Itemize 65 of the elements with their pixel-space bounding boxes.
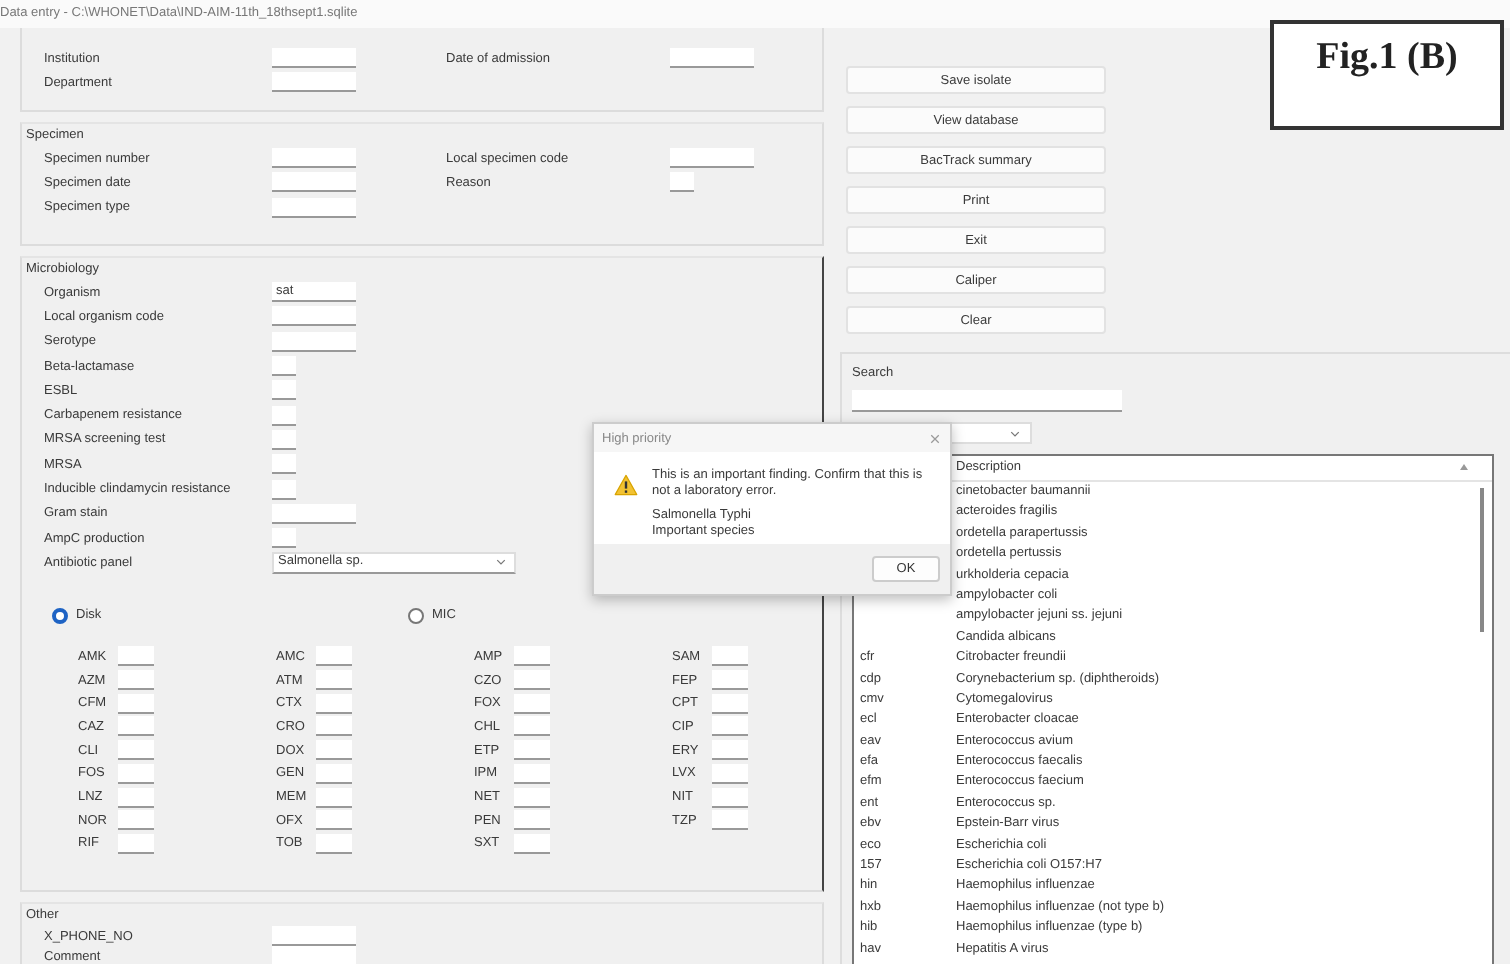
- text-field[interactable]: [272, 306, 356, 327]
- text-field[interactable]: [712, 716, 748, 737]
- text-field[interactable]: [514, 810, 550, 831]
- text-field[interactable]: [316, 763, 352, 784]
- text-field[interactable]: [316, 716, 352, 737]
- text-field[interactable]: [514, 833, 550, 854]
- text-field[interactable]: [118, 787, 154, 808]
- checkbox-field[interactable]: [272, 429, 296, 450]
- text-field[interactable]: [316, 670, 352, 691]
- warning-icon: [614, 474, 638, 496]
- checkbox-field[interactable]: [272, 356, 296, 377]
- search-field[interactable]: [852, 390, 1122, 412]
- text-field[interactable]: [316, 787, 352, 808]
- text-field[interactable]: [514, 763, 550, 784]
- text-field[interactable]: [514, 646, 550, 667]
- text-field[interactable]: [712, 810, 748, 831]
- checkbox-field[interactable]: [272, 380, 296, 401]
- text-field[interactable]: [316, 646, 352, 667]
- checkbox-field[interactable]: [272, 528, 296, 549]
- text-field[interactable]: [514, 716, 550, 737]
- text-field[interactable]: [316, 810, 352, 831]
- text-field[interactable]: [316, 693, 352, 714]
- text-field[interactable]: [272, 72, 356, 93]
- checkbox-field[interactable]: [272, 405, 296, 426]
- text-field[interactable]: [272, 503, 356, 524]
- radio-button[interactable]: [408, 607, 424, 624]
- checkbox-field[interactable]: [272, 479, 296, 500]
- text-field[interactable]: [712, 740, 748, 761]
- text-field[interactable]: [272, 926, 356, 946]
- text-field[interactable]: [272, 172, 356, 193]
- close-icon[interactable]: [930, 433, 940, 443]
- chevron-icon: [496, 558, 506, 567]
- radio-button[interactable]: [52, 607, 68, 624]
- text-field[interactable]: [272, 331, 356, 352]
- text-field[interactable]: [316, 740, 352, 761]
- text-field[interactable]: [712, 787, 748, 808]
- text-field[interactable]: [514, 787, 550, 808]
- text-field[interactable]: [316, 833, 352, 854]
- text-field[interactable]: [712, 646, 748, 667]
- text-field[interactable]: [118, 670, 154, 691]
- text-field[interactable]: [118, 693, 154, 714]
- text-field[interactable]: [712, 670, 748, 691]
- scrollbar-thumb[interactable]: [1480, 488, 1484, 632]
- text-field[interactable]: [118, 740, 154, 761]
- text-field[interactable]: [272, 946, 356, 964]
- text-field[interactable]: [514, 740, 550, 761]
- text-field[interactable]: [272, 148, 356, 169]
- text-field[interactable]: [712, 763, 748, 784]
- text-field[interactable]: [118, 763, 154, 784]
- checkbox-field[interactable]: [272, 454, 296, 475]
- text-field[interactable]: [272, 48, 356, 69]
- text-field[interactable]: [514, 670, 550, 691]
- figure-label: Fig.1 (B): [1270, 20, 1504, 130]
- text-field[interactable]: [514, 693, 550, 714]
- text-field[interactable]: [712, 693, 748, 714]
- text-field[interactable]: [670, 48, 754, 69]
- sort-icon: [1460, 464, 1468, 470]
- text-field[interactable]: [670, 172, 694, 193]
- chevron-icon: [1010, 429, 1020, 437]
- text-field[interactable]: [272, 197, 356, 218]
- text-field[interactable]: [118, 833, 154, 854]
- text-field[interactable]: [118, 646, 154, 667]
- text-field[interactable]: [670, 148, 754, 169]
- text-field[interactable]: [118, 810, 154, 831]
- text-field[interactable]: [118, 716, 154, 737]
